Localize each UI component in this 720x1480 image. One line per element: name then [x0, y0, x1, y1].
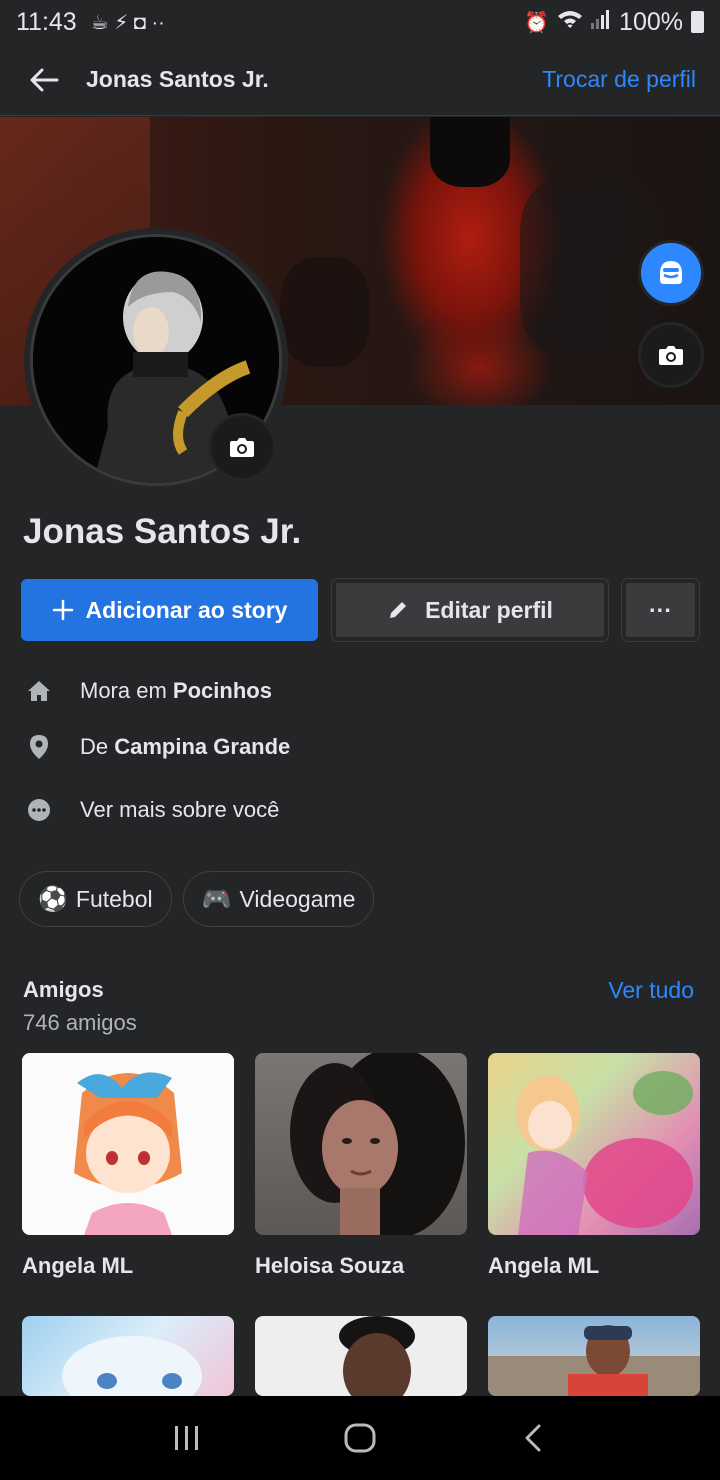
friend-card[interactable] [488, 1316, 700, 1396]
lives-in-city[interactable]: Pocinhos [173, 678, 272, 704]
pencil-icon [390, 602, 407, 618]
notification-icons: ☕ ⚡ ◘ ·· [90, 11, 165, 34]
profile-name: Jonas Santos Jr. [23, 512, 302, 551]
from-city[interactable]: Campina Grande [114, 734, 290, 760]
more-dots-icon [22, 793, 56, 827]
signal-icon [591, 9, 611, 35]
friend-card[interactable]: Angela ML [22, 1053, 234, 1279]
camera-icon [230, 438, 254, 457]
gamepad-icon: 🎮 [201, 885, 232, 913]
battery-icon [691, 11, 704, 33]
system-nav-bar [0, 1396, 720, 1480]
hobby-label: Futebol [75, 885, 153, 912]
edit-profile-button[interactable]: Editar perfil [331, 578, 609, 642]
plus-icon [52, 599, 73, 621]
friend-photo [488, 1053, 700, 1235]
friend-card[interactable] [255, 1316, 467, 1396]
see-more-label: Ver mais sobre você [80, 797, 280, 822]
hobby-chip[interactable]: 🎮 Videogame [182, 871, 375, 927]
status-bar: 11:43 ☕ ⚡ ◘ ·· ⏰ 100% [0, 0, 720, 44]
see-all-friends-link[interactable]: Ver tudo [608, 977, 694, 1004]
friend-name: Angela ML [22, 1253, 134, 1278]
from-prefix: De [80, 734, 115, 759]
avatar-icon [660, 261, 682, 284]
camera-icon [659, 346, 683, 365]
info-from: De Campina Grande [22, 730, 702, 764]
friend-card[interactable] [22, 1316, 234, 1396]
top-bar: Jonas Santos Jr. Trocar de perfil [0, 44, 720, 116]
lives-in-prefix: Mora em [80, 678, 173, 703]
friend-photo [255, 1316, 467, 1396]
friends-count: 746 amigos [23, 1010, 137, 1035]
status-time: 11:43 [16, 7, 77, 36]
hobbies: ⚽ Futebol 🎮 Videogame [19, 871, 375, 927]
edit-profile-label: Editar perfil [425, 596, 553, 623]
more-options-button[interactable]: ··· [621, 578, 700, 642]
add-story-label: Adicionar ao story [85, 596, 288, 623]
hobby-label: Videogame [239, 885, 356, 912]
friends-title: Amigos [23, 977, 104, 1002]
home-icon [22, 674, 56, 708]
friend-card[interactable]: Angela ML [488, 1053, 700, 1279]
friend-photo [22, 1316, 234, 1396]
info-lives-in: Mora em Pocinhos [22, 674, 702, 708]
recent-apps-icon[interactable] [157, 1408, 217, 1468]
back-arrow-icon[interactable] [24, 60, 64, 100]
page-title: Jonas Santos Jr. [86, 66, 269, 92]
avatar-button[interactable] [638, 240, 704, 306]
friend-name: Angela ML [488, 1253, 600, 1278]
cover-camera-button[interactable] [638, 322, 704, 388]
see-more-about-you[interactable]: Ver mais sobre você [22, 793, 702, 827]
more-dots-icon: ··· [649, 596, 672, 623]
friend-card[interactable]: Heloisa Souza [255, 1053, 467, 1279]
home-nav-icon[interactable] [330, 1408, 390, 1468]
switch-profile-link[interactable]: Trocar de perfil [542, 66, 696, 93]
add-story-button[interactable]: Adicionar ao story [21, 579, 318, 641]
profile-camera-button[interactable] [208, 413, 276, 481]
profile-actions: Adicionar ao story Editar perfil ··· [21, 578, 700, 642]
soccer-ball-icon: ⚽ [38, 885, 68, 913]
wifi-icon [557, 9, 583, 35]
back-nav-icon[interactable] [503, 1408, 563, 1468]
alarm-icon: ⏰ [524, 11, 550, 34]
friend-photo [488, 1316, 700, 1396]
friend-photo [22, 1053, 234, 1235]
friend-photo [255, 1053, 467, 1235]
hobby-chip[interactable]: ⚽ Futebol [19, 871, 172, 927]
location-pin-icon [22, 730, 56, 764]
friend-name: Heloisa Souza [255, 1253, 405, 1278]
battery-percent: 100% [619, 7, 683, 36]
